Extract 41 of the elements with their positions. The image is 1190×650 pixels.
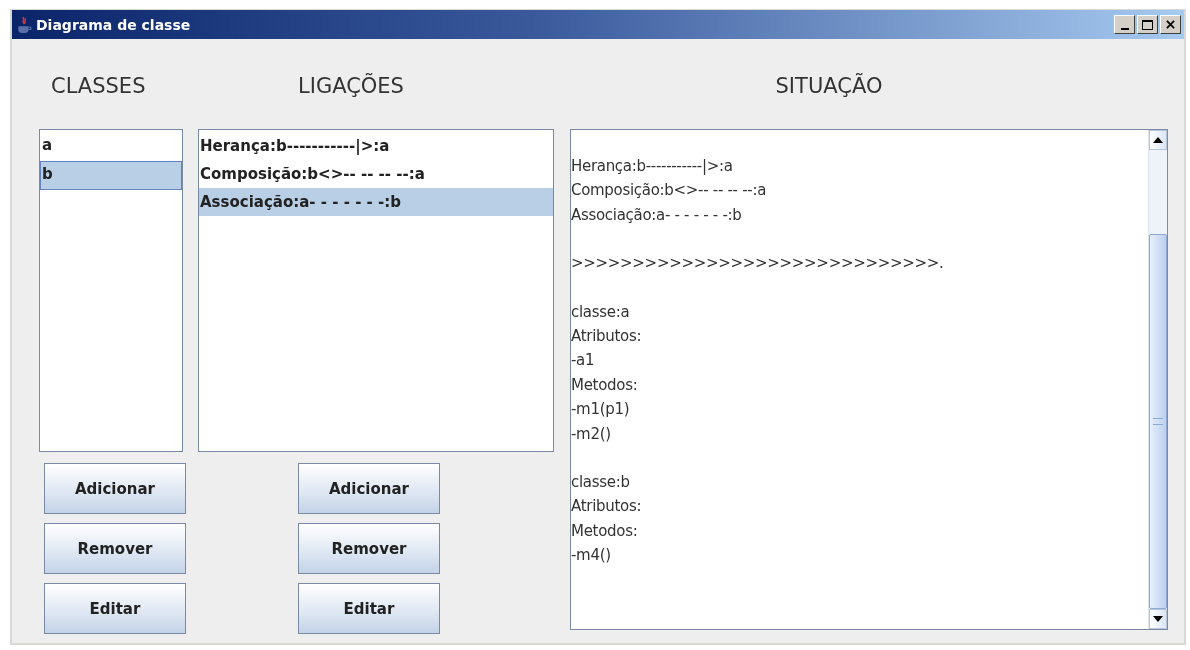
close-icon [1166,20,1175,29]
link-list[interactable]: Herança:b-----------|>:a Composição:b<>-- -- -- --:a Associação:a- - - - - - -:b [198,129,554,452]
text-line: classe:a [571,301,631,323]
section-heading: SITUAÇÃO [774,72,884,100]
section-heading: CLASSES [50,73,147,100]
text-line: Associação:a- - - - - - -:b [571,204,743,226]
remove-button[interactable]: Remover [298,523,440,574]
cup-icon [15,15,33,34]
text-line: -a1 [571,350,596,372]
section-heading: LIGAÇÕES [297,72,405,100]
up-arrow-icon[interactable] [1153,137,1163,143]
edit-button[interactable]: Editar [298,583,440,634]
edit-button[interactable]: Editar [44,583,186,634]
text-line: classe:b [571,472,631,494]
close-button[interactable] [1160,15,1181,34]
add-button[interactable]: Adicionar [298,463,440,514]
list-item[interactable]: Herança:b-----------|>:a [199,132,553,160]
text-line: -m4() [571,545,612,567]
down-arrow-icon[interactable] [1153,616,1163,622]
text-line: Herança:b-----------|>:a [571,156,734,177]
text-line: Composição:b<>-- -- -- --:a [571,180,768,202]
minimize-button[interactable] [1114,15,1135,34]
text-line: -m2() [571,423,612,445]
class-list[interactable]: a b [39,129,183,452]
text-line: Metodos: [571,520,639,542]
text-line: -m1(p1) [571,399,631,421]
text-area[interactable]: Herança:b-----------|>:a Composição:b<>-- -- -- --:a Associação:a- - - - - - -:b >>>>>>>>>>>>>>>>>>>>>>>>>>>>>>. classe:a Atributos: -a1 Metodos: -m1(p1) -m2() classe:b Atributos: Metodos: -m4() [570,129,1168,630]
add-button[interactable]: Adicionar [44,463,186,514]
text-line: Metodos: [571,374,639,396]
maximize-button[interactable] [1137,15,1158,34]
window-title: Diagrama de classe [36,16,192,33]
list-item[interactable]: Composição:b<>-- -- -- --:a [199,160,553,188]
text-line: Atributos: [571,496,643,518]
list-item[interactable]: b [40,161,182,190]
list-item[interactable]: a [40,132,182,161]
scrollbar[interactable] [1148,130,1167,629]
scroll-thumb[interactable] [1149,234,1167,609]
text-line: Atributos: [571,326,643,348]
remove-button[interactable]: Remover [44,523,186,574]
text-line: >>>>>>>>>>>>>>>>>>>>>>>>>>>>>>. [571,253,945,275]
list-item[interactable]: Associação:a- - - - - - -:b [199,188,553,216]
